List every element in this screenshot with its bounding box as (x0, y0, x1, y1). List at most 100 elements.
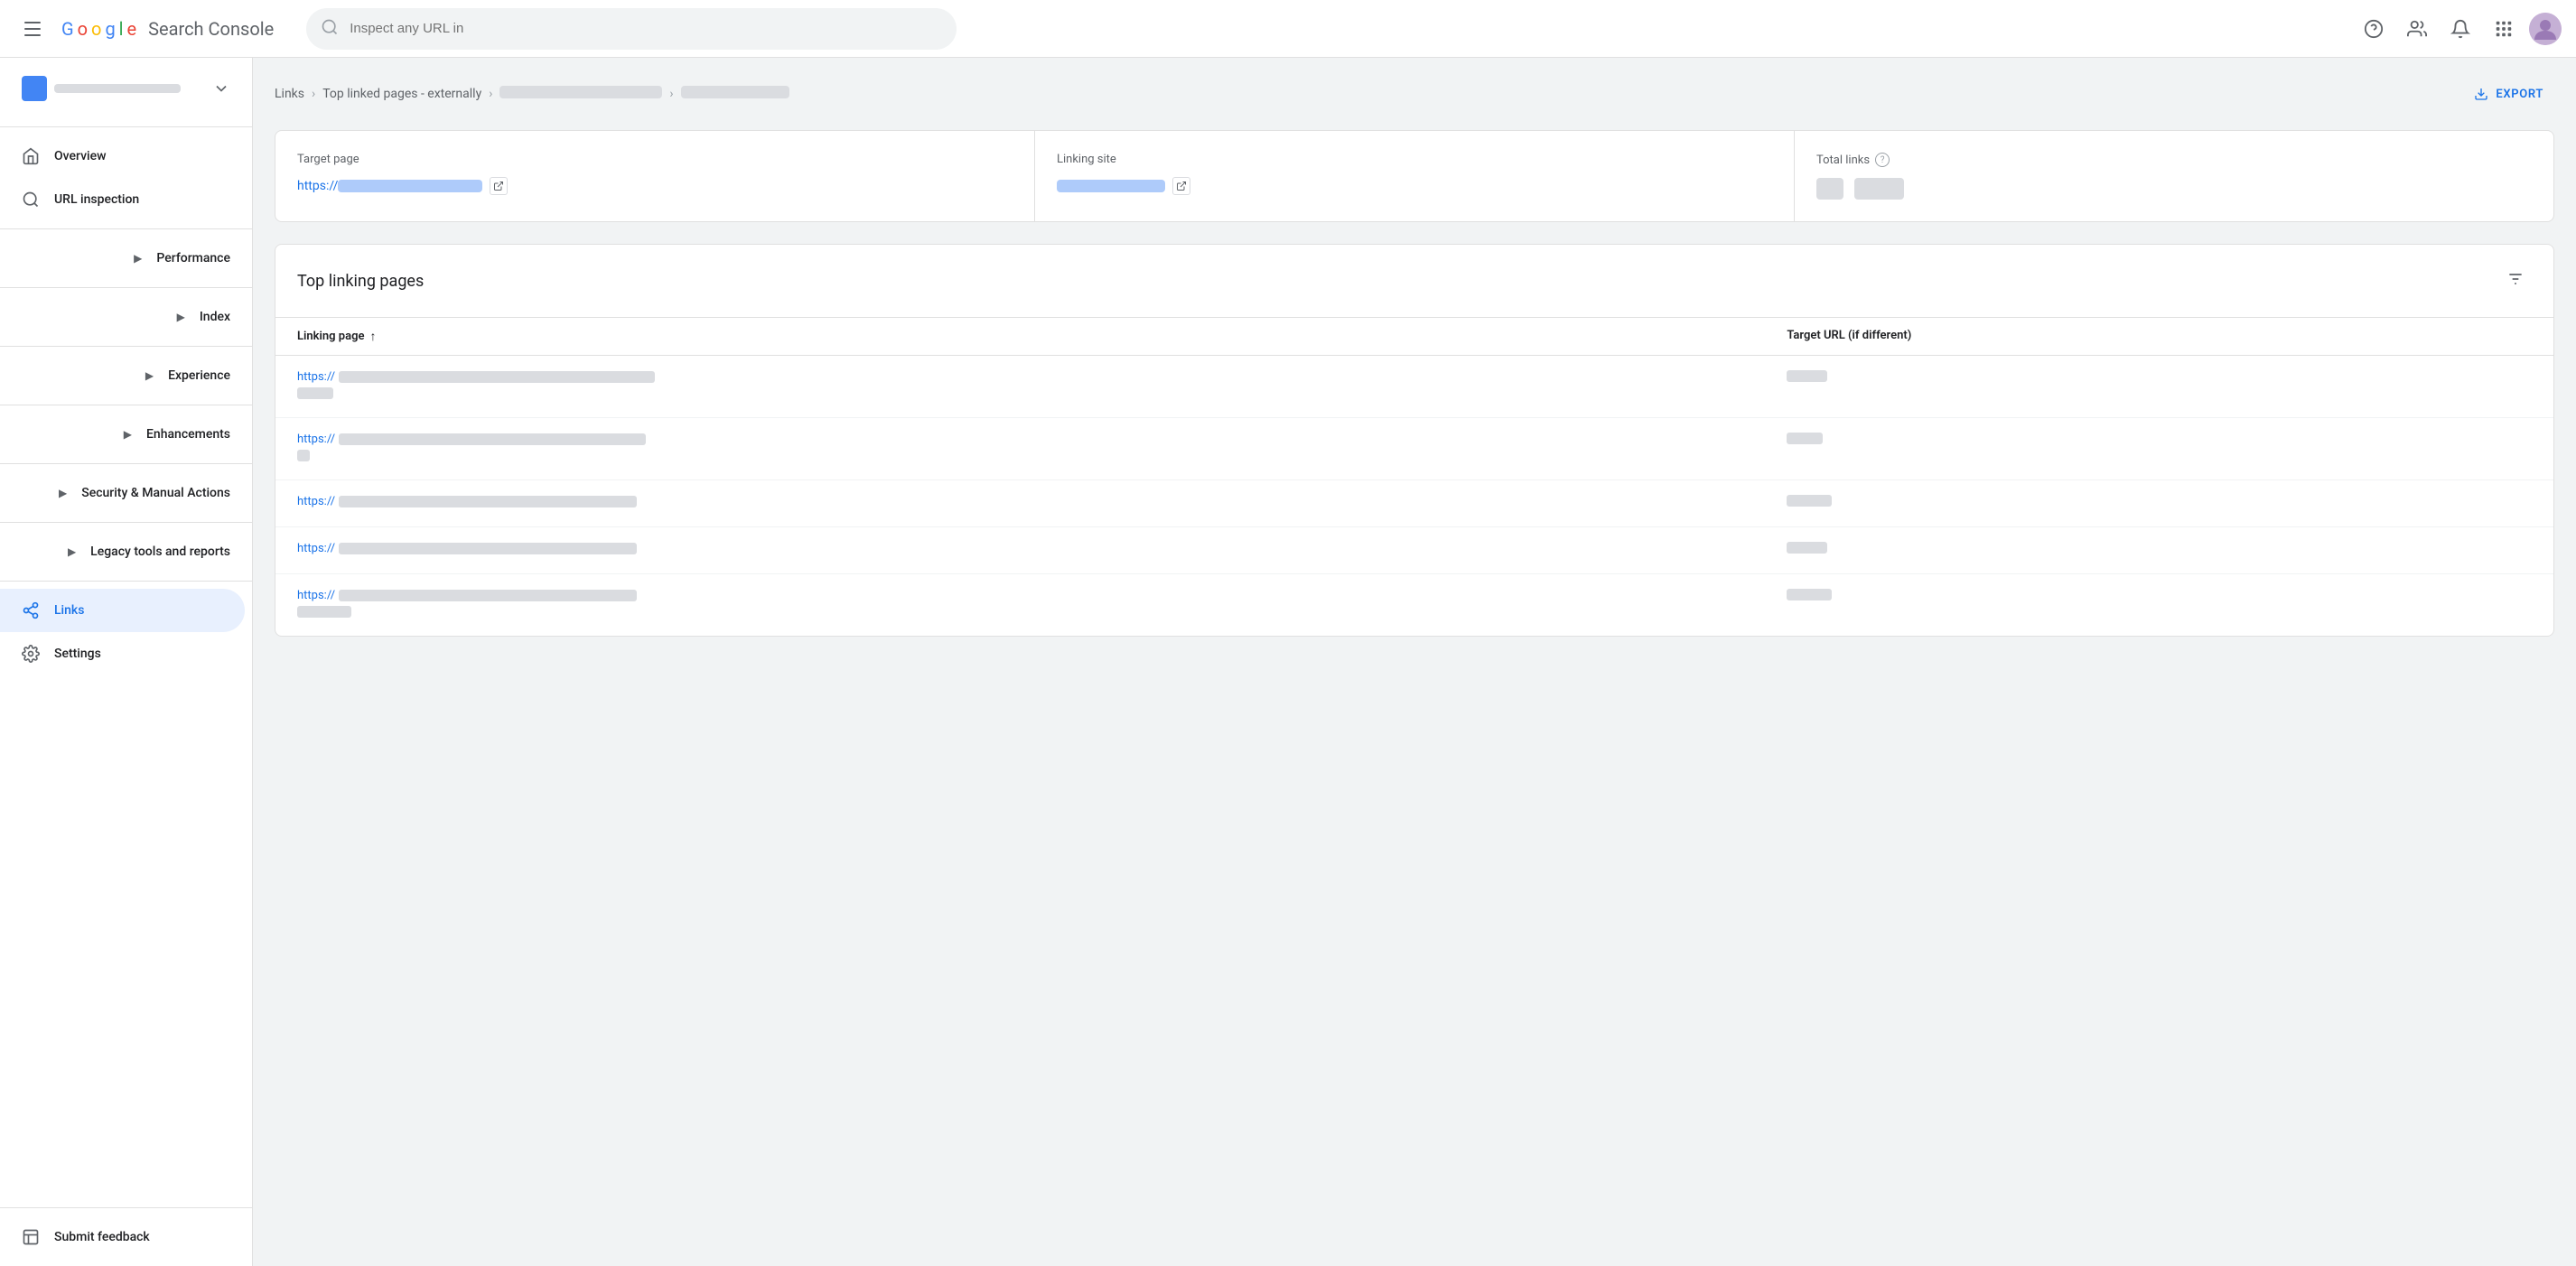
user-avatar[interactable] (2529, 13, 2562, 45)
table-title: Top linking pages (297, 272, 424, 291)
breadcrumb-sub (681, 86, 789, 102)
sidebar-bottom: Submit feedback (0, 1207, 252, 1259)
apps-button[interactable] (2486, 11, 2522, 47)
total-links-label: Total links ? (1816, 153, 2532, 167)
search-nav-icon (22, 191, 40, 209)
header-actions (2356, 11, 2562, 47)
sidebar-item-label: Experience (168, 368, 230, 383)
nav-divider-3 (0, 346, 252, 347)
chevron-right-icon: ▶ (177, 311, 185, 323)
chevron-right-icon: ▶ (124, 428, 132, 441)
sidebar-item-index[interactable]: ▶ Index (0, 295, 252, 339)
submit-feedback-label: Submit feedback (54, 1230, 150, 1244)
table-row[interactable]: https:// (275, 356, 2553, 418)
table-header: Top linking pages (275, 245, 2553, 318)
breadcrumb-links[interactable]: Links (275, 87, 304, 101)
info-card-total-links: Total links ? (1795, 131, 2553, 221)
target-page-link[interactable]: https:// (297, 179, 482, 193)
url-inspect-input[interactable] (306, 8, 957, 50)
sidebar-item-experience[interactable]: ▶ Experience (0, 354, 252, 397)
notifications-button[interactable] (2442, 11, 2478, 47)
breadcrumb-url[interactable] (499, 86, 662, 102)
sort-arrow-icon: ↑ (369, 329, 376, 344)
breadcrumb-sep-1: › (312, 87, 315, 101)
col-header-target-url: Target URL (if different) (1787, 329, 2532, 344)
links-icon (22, 601, 40, 619)
sidebar-item-links[interactable]: Links (0, 589, 245, 632)
export-label: EXPORT (2496, 88, 2543, 101)
search-bar (306, 8, 957, 50)
cell-target-url (1787, 370, 2532, 386)
total-links-info-icon[interactable]: ? (1875, 153, 1890, 167)
chevron-down-icon (212, 79, 230, 98)
nav-divider-6 (0, 522, 252, 523)
table-row[interactable]: https:// (275, 480, 2553, 527)
sidebar-item-label: Legacy tools and reports (90, 545, 230, 559)
property-icon (22, 76, 47, 101)
gear-icon (22, 645, 40, 663)
sidebar-item-legacy[interactable]: ▶ Legacy tools and reports (0, 530, 252, 573)
cell-linking-page: https:// (297, 542, 1787, 559)
sidebar: Overview URL inspection ▶ Performance ▶ … (0, 58, 253, 1266)
chevron-right-icon: ▶ (134, 252, 142, 265)
sidebar-item-security[interactable]: ▶ Security & Manual Actions (0, 471, 252, 515)
sidebar-item-performance[interactable]: ▶ Performance (0, 237, 252, 280)
app-header: Google Search Console (0, 0, 2576, 58)
info-card-linking-site: Linking site (1035, 131, 1795, 221)
home-icon (22, 147, 40, 165)
table-row[interactable]: https:// (275, 574, 2553, 636)
feedback-icon (22, 1228, 40, 1246)
sidebar-item-enhancements[interactable]: ▶ Enhancements (0, 413, 252, 456)
breadcrumb-top-linked[interactable]: Top linked pages - externally (322, 87, 481, 101)
table-columns-header: Linking page ↑ Target URL (if different) (275, 318, 2553, 356)
external-link-icon-2[interactable] (1172, 177, 1190, 195)
help-button[interactable] (2356, 11, 2392, 47)
property-name (54, 84, 205, 93)
download-icon (2474, 87, 2488, 101)
sidebar-item-label: Performance (156, 251, 230, 265)
breadcrumb: Links › Top linked pages - externally › … (275, 79, 2554, 108)
col-header-linking-page[interactable]: Linking page ↑ (297, 329, 1787, 344)
total-links-value (1816, 178, 2532, 200)
target-page-label: Target page (297, 153, 1013, 166)
export-button[interactable]: EXPORT (2463, 79, 2554, 108)
linking-site-value (1057, 177, 1772, 195)
chevron-right-icon: ▶ (68, 545, 76, 558)
app-logo: Google Search Console (61, 18, 274, 40)
sidebar-item-settings[interactable]: Settings (0, 632, 245, 675)
sidebar-item-label: Security & Manual Actions (81, 486, 230, 500)
sidebar-item-label: Enhancements (146, 427, 230, 442)
breadcrumb-sep-3: › (669, 87, 673, 101)
sidebar-item-label: Overview (54, 149, 106, 163)
cell-linking-page: https:// (297, 433, 1787, 465)
chevron-right-icon: ▶ (59, 487, 67, 499)
app-body: Overview URL inspection ▶ Performance ▶ … (0, 58, 2576, 1266)
info-card-target-page: Target page https:// (275, 131, 1035, 221)
sidebar-item-label: URL inspection (54, 192, 139, 207)
chevron-right-icon: ▶ (145, 369, 154, 382)
external-link-icon[interactable] (490, 177, 508, 195)
property-selector[interactable] (7, 69, 245, 116)
sidebar-item-label: Index (200, 310, 230, 324)
sidebar-item-url-inspection[interactable]: URL inspection (0, 178, 245, 221)
breadcrumb-sep-2: › (489, 87, 492, 101)
menu-button[interactable] (14, 11, 51, 47)
search-icon (321, 18, 339, 40)
cell-target-url (1787, 433, 2532, 448)
submit-feedback-button[interactable]: Submit feedback (0, 1215, 245, 1259)
cell-target-url (1787, 589, 2532, 604)
table-row[interactable]: https:// (275, 418, 2553, 480)
table-row[interactable]: https:// (275, 527, 2553, 574)
linking-site-label: Linking site (1057, 153, 1772, 166)
product-name: Search Console (148, 18, 274, 40)
cell-linking-page: https:// (297, 589, 1787, 621)
sidebar-item-overview[interactable]: Overview (0, 135, 245, 178)
cell-target-url (1787, 495, 2532, 510)
search-console-admin-button[interactable] (2399, 11, 2435, 47)
top-linking-pages-table: Top linking pages Linking page ↑ Target … (275, 244, 2554, 637)
filter-button[interactable] (2499, 263, 2532, 299)
nav-divider-1 (0, 228, 252, 229)
nav-divider-2 (0, 287, 252, 288)
main-content: Links › Top linked pages - externally › … (253, 58, 2576, 1266)
hamburger-icon (24, 22, 41, 36)
